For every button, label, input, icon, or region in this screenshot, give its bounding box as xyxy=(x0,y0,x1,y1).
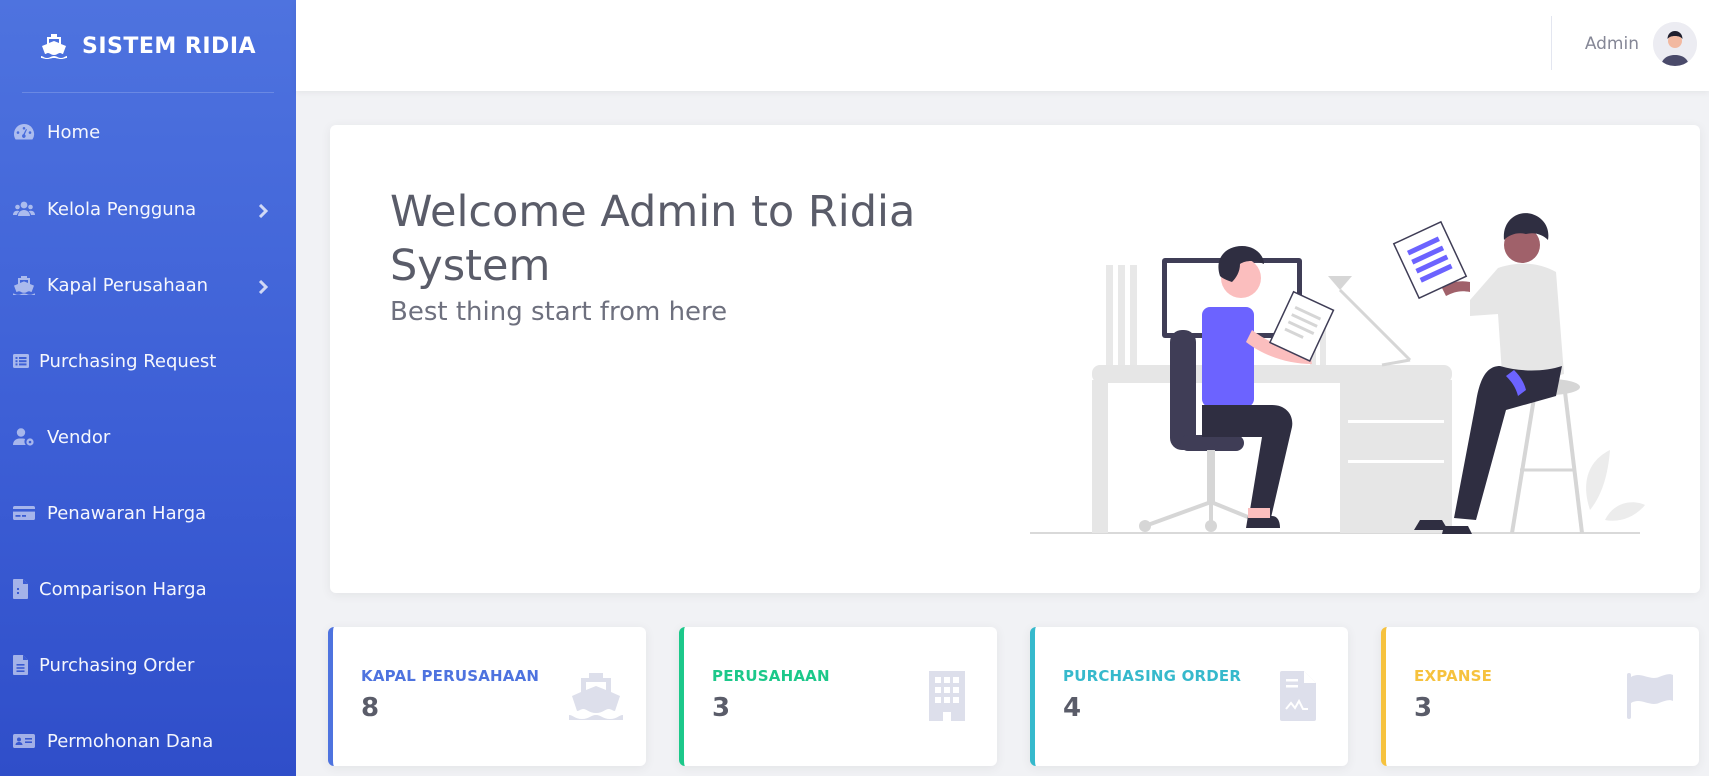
stat-card-expanse[interactable]: EXPANSE 3 xyxy=(1381,627,1699,766)
stat-card-purchasing-order[interactable]: PURCHASING ORDER 4 xyxy=(1030,627,1348,766)
sidebar-item-kelola-pengguna[interactable]: Kelola Pengguna xyxy=(0,171,296,247)
brand[interactable]: SISTEM RIDIA xyxy=(0,0,296,92)
sidebar-item-label: Penawaran Harga xyxy=(47,502,207,524)
flag-icon xyxy=(1621,671,1677,721)
user-menu[interactable]: Admin xyxy=(1585,22,1697,66)
sidebar-item-label: Purchasing Request xyxy=(39,350,217,372)
sidebar-nav: Home Kelola Pengguna Kapal Perusahaan Pu… xyxy=(0,93,296,776)
welcome-card: Welcome Admin to Ridia System Best thing… xyxy=(330,125,1700,593)
user-name: Admin xyxy=(1584,34,1639,54)
file-alt-icon xyxy=(13,655,29,675)
stat-card-perusahaan[interactable]: PERUSAHAAN 3 xyxy=(679,627,997,766)
stat-label: PERUSAHAAN xyxy=(712,667,830,685)
sidebar-item-purchasing-order[interactable]: Purchasing Order xyxy=(0,627,296,703)
brand-title: SISTEM RIDIA xyxy=(81,33,257,59)
stat-value: 3 xyxy=(1414,693,1433,723)
sidebar-item-penawaran-harga[interactable]: Penawaran Harga xyxy=(0,475,296,551)
stat-label: EXPANSE xyxy=(1414,667,1493,685)
stat-card-kapal-perusahaan[interactable]: KAPAL PERUSAHAAN 8 xyxy=(328,627,646,766)
stat-value: 4 xyxy=(1063,693,1082,723)
users-icon xyxy=(13,199,35,219)
sidebar-item-label: Kapal Perusahaan xyxy=(47,274,209,296)
sidebar-item-label: Vendor xyxy=(47,426,111,448)
credit-card-icon xyxy=(13,503,35,523)
sidebar-item-label: Home xyxy=(47,121,101,143)
welcome-title: Welcome Admin to Ridia System xyxy=(390,187,916,291)
sidebar-item-label: Permohonan Dana xyxy=(47,730,214,752)
sidebar-item-label: Comparison Harga xyxy=(39,578,207,600)
sidebar-item-comparison-harga[interactable]: Comparison Harga xyxy=(0,551,296,627)
sidebar-item-home[interactable]: Home xyxy=(0,93,296,171)
sidebar-item-label: Kelola Pengguna xyxy=(47,198,197,220)
chevron-right-icon xyxy=(256,278,270,295)
chevron-right-icon xyxy=(256,202,270,219)
id-card-icon xyxy=(13,731,35,751)
ship-icon xyxy=(40,34,67,59)
stat-value: 3 xyxy=(712,693,731,723)
stat-label: KAPAL PERUSAHAAN xyxy=(361,667,540,685)
sidebar-item-purchasing-request[interactable]: Purchasing Request xyxy=(0,323,296,399)
file-contract-icon xyxy=(1270,671,1326,721)
ship-icon xyxy=(13,275,35,295)
sidebar-item-vendor[interactable]: Vendor xyxy=(0,399,296,475)
welcome-subtitle: Best thing start from here xyxy=(390,297,728,327)
avatar[interactable] xyxy=(1653,22,1697,66)
list-icon xyxy=(13,351,29,371)
user-cog-icon xyxy=(13,427,35,447)
team-work-illustration xyxy=(1030,213,1645,534)
building-icon xyxy=(919,671,975,721)
ship-icon xyxy=(568,671,624,721)
file-icon xyxy=(13,579,29,599)
stat-label: PURCHASING ORDER xyxy=(1063,667,1242,685)
topbar-divider xyxy=(1551,16,1552,70)
sidebar-item-kapal-perusahaan[interactable]: Kapal Perusahaan xyxy=(0,247,296,323)
topbar: Admin xyxy=(296,0,1709,91)
sidebar-item-label: Purchasing Order xyxy=(39,654,195,676)
stat-value: 8 xyxy=(361,693,380,723)
dashboard-icon xyxy=(13,122,35,142)
sidebar-item-permohonan-dana[interactable]: Permohonan Dana xyxy=(0,703,296,776)
sidebar: SISTEM RIDIA Home Kelola Pengguna Kapal … xyxy=(0,0,296,776)
